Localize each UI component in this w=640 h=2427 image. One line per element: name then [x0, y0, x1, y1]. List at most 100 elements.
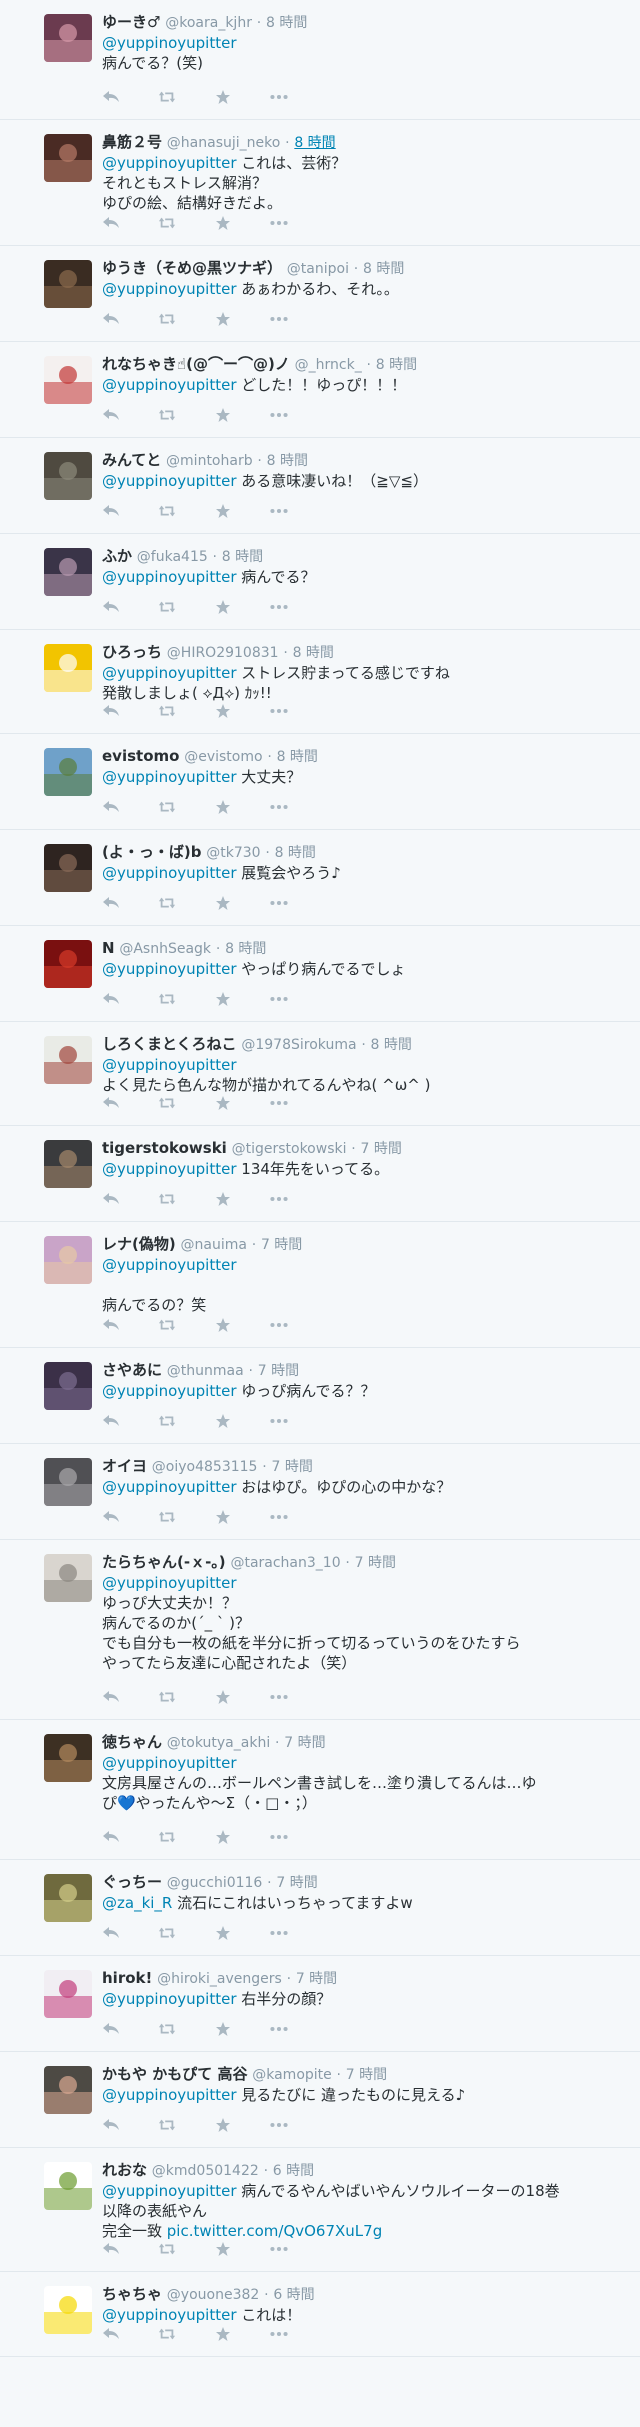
more-icon[interactable] [270, 310, 288, 328]
more-icon[interactable] [270, 2240, 288, 2258]
reply-icon[interactable] [102, 1190, 120, 1208]
user-handle[interactable]: @tanipoi [287, 261, 349, 277]
user-handle[interactable]: @gucchi0116 [167, 1875, 263, 1891]
avatar[interactable] [44, 748, 92, 796]
favorite-icon[interactable] [214, 502, 232, 520]
tweet[interactable]: レナ(偽物) @nauima · 7 時間 @yuppinoyupitter 病… [0, 1222, 640, 1348]
avatar[interactable] [44, 14, 92, 62]
favorite-icon[interactable] [214, 2240, 232, 2258]
tweet[interactable]: しろくまとくろねこ @1978Sirokuma · 8 時間 @yuppinoy… [0, 1022, 640, 1126]
mention-link[interactable]: @yuppinoyupitter [102, 1754, 237, 1772]
tweet[interactable]: 徳ちゃん @tokutya_akhi · 7 時間 @yuppinoyupitt… [0, 1720, 640, 1860]
more-icon[interactable] [270, 1412, 288, 1430]
favorite-icon[interactable] [214, 990, 232, 1008]
mention-link[interactable]: @yuppinoyupitter [102, 1256, 237, 1274]
avatar[interactable] [44, 260, 92, 308]
avatar[interactable] [44, 1874, 92, 1922]
tweet[interactable]: ゆうき（そめ@黒ツナギ） @tanipoi · 8 時間 @yuppinoyup… [0, 246, 640, 342]
more-icon[interactable] [270, 214, 288, 232]
timestamp[interactable]: 7 時間 [271, 1459, 312, 1475]
more-icon[interactable] [270, 990, 288, 1008]
reply-icon[interactable] [102, 990, 120, 1008]
more-icon[interactable] [270, 1094, 288, 1112]
retweet-icon[interactable] [158, 406, 176, 424]
user-handle[interactable]: @kamopite [252, 2067, 332, 2083]
reply-icon[interactable] [102, 2116, 120, 2134]
more-icon[interactable] [270, 2325, 288, 2343]
more-icon[interactable] [270, 702, 288, 720]
timestamp[interactable]: 7 時間 [261, 1237, 302, 1253]
user-name[interactable]: たらちゃん(-ｘ-。) [102, 1553, 226, 1571]
user-handle[interactable]: @oiyo4853115 [152, 1459, 258, 1475]
reply-icon[interactable] [102, 2240, 120, 2258]
tweet[interactable]: N @AsnhSeagk · 8 時間 @yuppinoyupitter やっぱ… [0, 926, 640, 1022]
reply-icon[interactable] [102, 310, 120, 328]
mention-link[interactable]: @yuppinoyupitter [102, 568, 237, 586]
user-name[interactable]: evistomo [102, 747, 179, 765]
user-handle[interactable]: @tk730 [206, 845, 260, 861]
timestamp[interactable]: 8 時間 [294, 135, 335, 151]
timestamp[interactable]: 8 時間 [266, 15, 307, 31]
avatar[interactable] [44, 2286, 92, 2334]
retweet-icon[interactable] [158, 1190, 176, 1208]
reply-icon[interactable] [102, 1094, 120, 1112]
tweet[interactable]: hirok! @hiroki_avengers · 7 時間 @yuppinoy… [0, 1956, 640, 2052]
timestamp[interactable]: 7 時間 [276, 1875, 317, 1891]
mention-link[interactable]: @yuppinoyupitter [102, 960, 237, 978]
favorite-icon[interactable] [214, 310, 232, 328]
retweet-icon[interactable] [158, 1412, 176, 1430]
user-name[interactable]: ぐっちー [102, 1873, 162, 1891]
user-handle[interactable]: @youone382 [167, 2287, 260, 2303]
retweet-icon[interactable] [158, 894, 176, 912]
user-name[interactable]: ゆーき♂ [102, 13, 160, 31]
favorite-icon[interactable] [214, 598, 232, 616]
timestamp[interactable]: 8 時間 [363, 261, 404, 277]
favorite-icon[interactable] [214, 1688, 232, 1706]
user-name[interactable]: (よ・っ・ば)b [102, 843, 201, 861]
user-name[interactable]: オイヨ [102, 1457, 147, 1475]
tweet[interactable]: ひろっち @HIRO2910831 · 8 時間 @yuppinoyupitte… [0, 630, 640, 734]
tweet[interactable]: たらちゃん(-ｘ-。) @tarachan3_10 · 7 時間 @yuppin… [0, 1540, 640, 1720]
user-handle[interactable]: @1978Sirokuma [241, 1037, 356, 1053]
reply-icon[interactable] [102, 1316, 120, 1334]
timestamp[interactable]: 7 時間 [361, 1141, 402, 1157]
user-name[interactable]: れなちゃき☝(@⌒ー⌒@)ノ [102, 355, 290, 373]
favorite-icon[interactable] [214, 894, 232, 912]
reply-icon[interactable] [102, 1508, 120, 1526]
avatar[interactable] [44, 2066, 92, 2114]
timestamp[interactable]: 8 時間 [293, 645, 334, 661]
avatar[interactable] [44, 134, 92, 182]
timestamp[interactable]: 8 時間 [267, 453, 308, 469]
user-handle[interactable]: @tokutya_akhi [167, 1735, 270, 1751]
user-name[interactable]: 鼻筋２号 [102, 133, 162, 151]
retweet-icon[interactable] [158, 1688, 176, 1706]
favorite-icon[interactable] [214, 1508, 232, 1526]
tweet[interactable]: ふか @fuka415 · 8 時間 @yuppinoyupitter 病んでる… [0, 534, 640, 630]
tweet[interactable]: かもや かもぴて 高谷 @kamopite · 7 時間 @yuppinoyup… [0, 2052, 640, 2148]
favorite-icon[interactable] [214, 798, 232, 816]
user-name[interactable]: N [102, 939, 115, 957]
reply-icon[interactable] [102, 406, 120, 424]
avatar[interactable] [44, 1236, 92, 1284]
tweet[interactable]: みんてと @mintoharb · 8 時間 @yuppinoyupitter … [0, 438, 640, 534]
user-handle[interactable]: @thunmaa [167, 1363, 244, 1379]
avatar[interactable] [44, 1554, 92, 1602]
favorite-icon[interactable] [214, 2020, 232, 2038]
user-handle[interactable]: @tarachan3_10 [230, 1555, 340, 1571]
reply-icon[interactable] [102, 2020, 120, 2038]
user-name[interactable]: ちゃちゃ [102, 2285, 162, 2303]
favorite-icon[interactable] [214, 1190, 232, 1208]
tweet[interactable]: れおな @kmd0501422 · 6 時間 @yuppinoyupitter … [0, 2148, 640, 2272]
more-icon[interactable] [270, 1508, 288, 1526]
user-name[interactable]: tigerstokowski [102, 1139, 227, 1157]
reply-icon[interactable] [102, 1828, 120, 1846]
retweet-icon[interactable] [158, 2325, 176, 2343]
user-name[interactable]: みんてと [102, 451, 161, 469]
more-icon[interactable] [270, 88, 288, 106]
mention-link[interactable]: @yuppinoyupitter [102, 768, 237, 786]
mention-link[interactable]: @yuppinoyupitter [102, 1160, 237, 1178]
timestamp[interactable]: 7 時間 [258, 1363, 299, 1379]
avatar[interactable] [44, 844, 92, 892]
retweet-icon[interactable] [158, 502, 176, 520]
mention-link[interactable]: @yuppinoyupitter [102, 1478, 237, 1496]
